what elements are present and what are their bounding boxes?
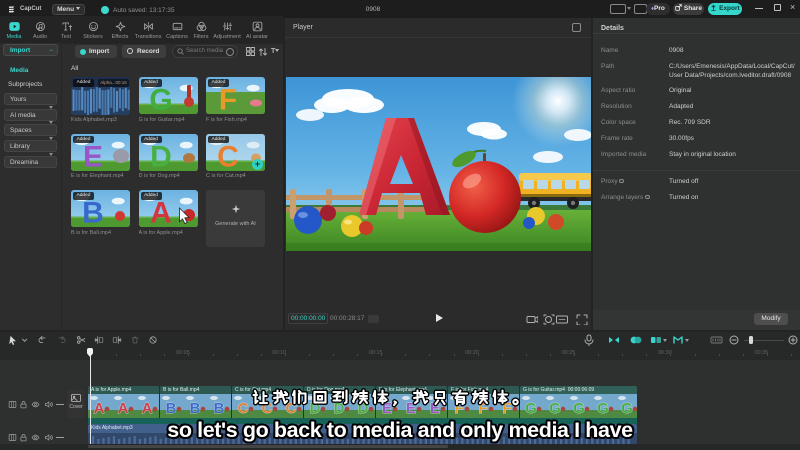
svg-text:C: C [217, 140, 239, 171]
svg-text:F: F [219, 84, 237, 115]
svg-text:G: G [149, 84, 172, 115]
svg-text:D: D [150, 140, 172, 171]
svg-text:E: E [83, 140, 103, 171]
svg-text:B: B [82, 197, 104, 228]
svg-text:A: A [150, 197, 172, 228]
